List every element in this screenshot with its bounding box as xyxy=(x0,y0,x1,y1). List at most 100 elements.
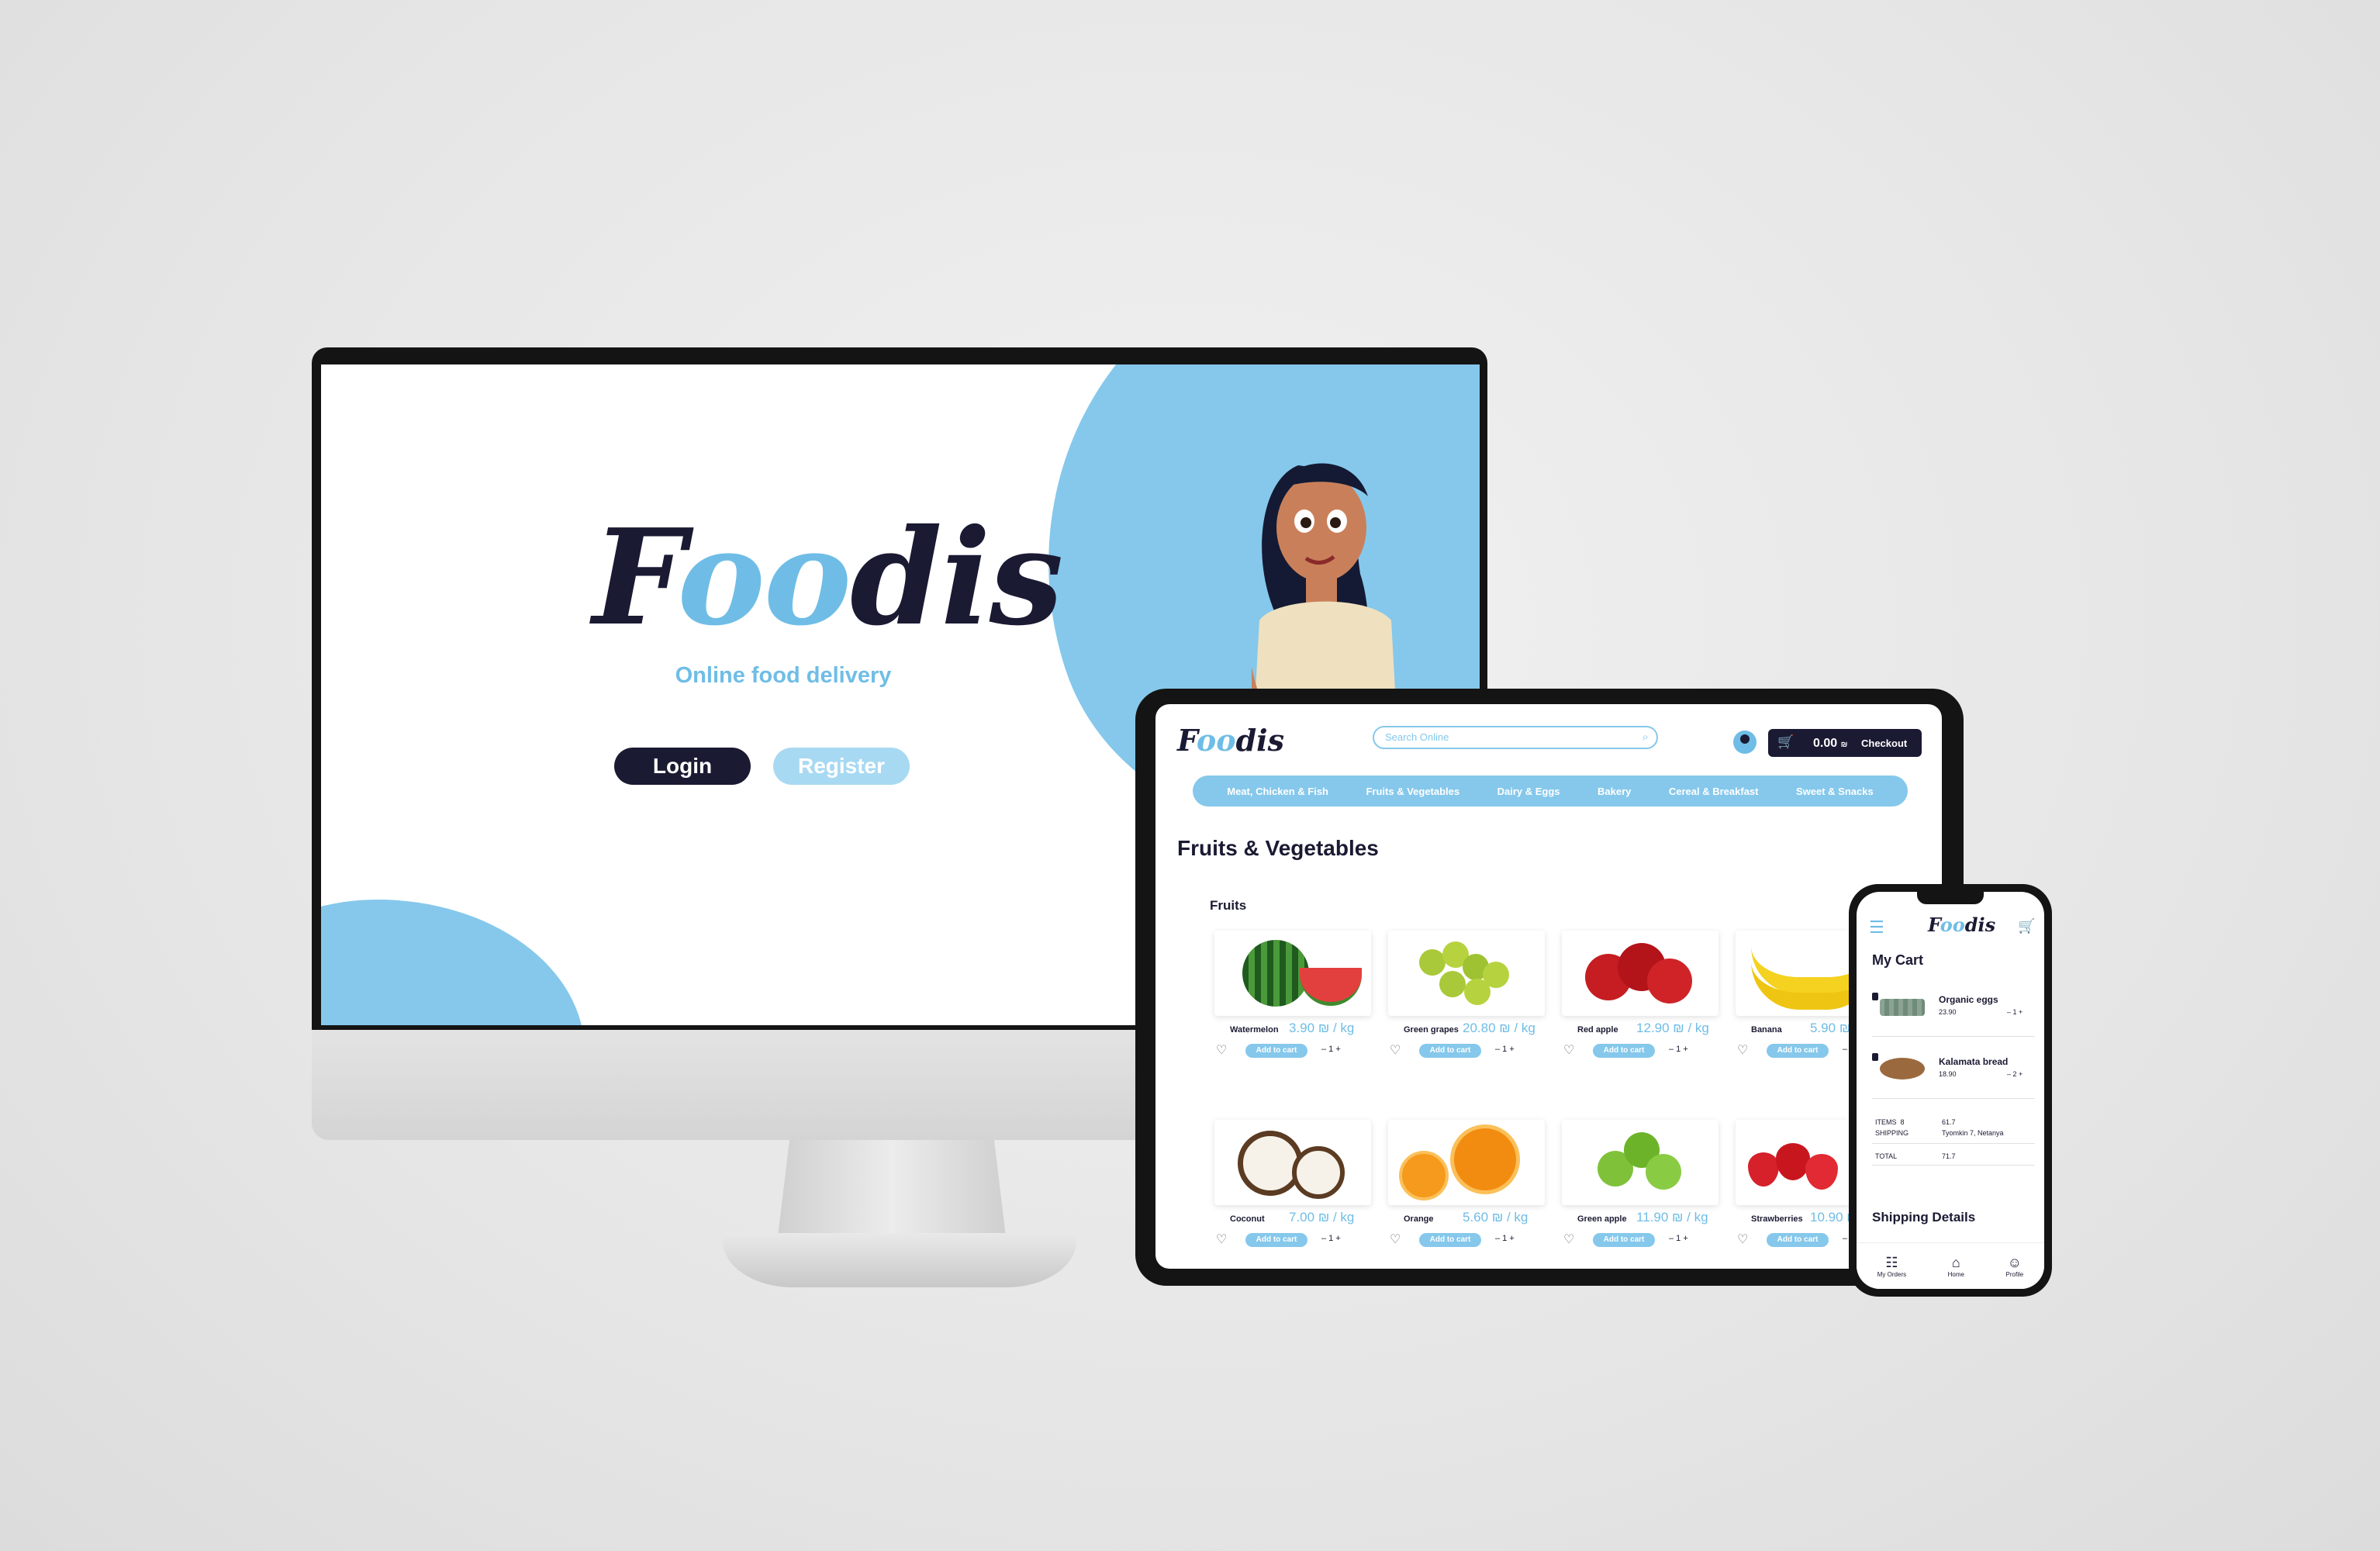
search-placeholder: Search Online xyxy=(1385,731,1449,743)
add-to-cart-button[interactable]: Add to cart xyxy=(1593,1233,1655,1247)
logo-part-2: oo xyxy=(1196,723,1236,758)
heart-icon[interactable]: ♡ xyxy=(1216,1231,1227,1246)
quantity-stepper[interactable]: – 1 + xyxy=(1321,1045,1341,1054)
quantity-stepper[interactable]: – 1 + xyxy=(1321,1234,1341,1243)
nav-home[interactable]: ⌂ Home xyxy=(1948,1255,1964,1278)
heart-icon[interactable]: ♡ xyxy=(1563,1231,1574,1246)
nav-sweet[interactable]: Sweet & Snacks xyxy=(1796,786,1874,797)
divider xyxy=(1872,1098,2035,1099)
delete-icon[interactable] xyxy=(1872,1053,1878,1061)
tagline: Online food delivery xyxy=(675,663,892,688)
product-card[interactable]: Red apple 12.90 ₪ / kg ♡ Add to cart – 1… xyxy=(1562,931,1719,1058)
delete-icon[interactable] xyxy=(1872,993,1878,1000)
login-button[interactable]: Login xyxy=(614,748,751,785)
price-value: 5.60 xyxy=(1463,1210,1489,1225)
product-name: Green grapes xyxy=(1404,1025,1459,1035)
monitor-stand-base xyxy=(723,1233,1076,1287)
bread-image xyxy=(1880,1058,1925,1079)
add-to-cart-button[interactable]: Add to cart xyxy=(1593,1044,1655,1058)
product-name: Green apple xyxy=(1577,1214,1627,1224)
product-card[interactable]: Green apple 11.90 ₪ / kg ♡ Add to cart –… xyxy=(1562,1120,1719,1247)
heart-icon[interactable]: ♡ xyxy=(1390,1231,1401,1246)
quantity-stepper[interactable]: – 1 + xyxy=(1495,1045,1515,1054)
cart-item-price: 23.90 xyxy=(1939,1008,1957,1016)
cart-item[interactable]: Organic eggs 23.90 – 1 + xyxy=(1872,986,2036,1033)
quantity-stepper[interactable]: – 1 + xyxy=(2007,1008,2022,1016)
cart-item-price: 18.90 xyxy=(1939,1070,1957,1078)
phone-logo[interactable]: Foodis xyxy=(1928,914,1995,936)
profile-icon: ☺ xyxy=(2007,1255,2022,1270)
add-to-cart-button[interactable]: Add to cart xyxy=(1767,1233,1829,1247)
bottom-nav: ☷ My Orders ⌂ Home ☺ Profile xyxy=(1857,1242,2044,1289)
price-value: 11.90 xyxy=(1636,1210,1669,1225)
quantity-stepper[interactable]: – 1 + xyxy=(1669,1045,1688,1054)
total-label: TOTAL xyxy=(1875,1152,1898,1160)
price-value: 7.00 xyxy=(1289,1210,1315,1225)
product-price: 5.60 ₪ / kg xyxy=(1463,1210,1528,1225)
product-name: Banana xyxy=(1751,1025,1782,1035)
cart-total: 0.00 ₪ xyxy=(1813,737,1847,751)
items-count: 8 xyxy=(1900,1118,1905,1126)
price-unit: ₪ / kg xyxy=(1318,1021,1355,1035)
tablet-shop-screen: Foodis Search Online ⌕ 🛒 0.00 ₪ Checkout… xyxy=(1155,704,1942,1269)
nav-my-orders[interactable]: ☷ My Orders xyxy=(1877,1255,1906,1278)
foodis-logo: Foodis xyxy=(592,500,1063,655)
cart-item[interactable]: Kalamata bread 18.90 – 2 + xyxy=(1872,1047,2036,1093)
currency-symbol: ₪ xyxy=(1840,741,1848,749)
cart-icon[interactable]: 🛒 xyxy=(2018,918,2035,934)
search-input[interactable]: Search Online ⌕ xyxy=(1373,726,1658,749)
price-unit: ₪ / kg xyxy=(1672,1210,1708,1225)
search-icon: ⌕ xyxy=(1642,731,1649,744)
nav-profile-label: Profile xyxy=(2005,1271,2024,1278)
quantity-stepper[interactable]: – 1 + xyxy=(1495,1234,1515,1243)
logo-part-1: F xyxy=(1177,723,1197,758)
user-avatar-icon[interactable] xyxy=(1733,731,1757,754)
heart-icon[interactable]: ♡ xyxy=(1737,1231,1748,1246)
checkout-label: Checkout xyxy=(1861,738,1908,749)
heart-icon[interactable]: ♡ xyxy=(1390,1042,1401,1057)
register-button[interactable]: Register xyxy=(773,748,910,785)
nav-meat[interactable]: Meat, Chicken & Fish xyxy=(1227,786,1328,797)
divider xyxy=(1872,1143,2035,1144)
add-to-cart-button[interactable]: Add to cart xyxy=(1245,1044,1307,1058)
product-card[interactable]: Watermelon 3.90 ₪ / kg ♡ Add to cart – 1… xyxy=(1214,931,1371,1058)
price-value: 5.90 xyxy=(1810,1021,1836,1035)
nav-profile[interactable]: ☺ Profile xyxy=(2006,1255,2024,1278)
heart-icon[interactable]: ♡ xyxy=(1563,1042,1574,1057)
product-card[interactable]: Coconut 7.00 ₪ / kg ♡ Add to cart – 1 + xyxy=(1214,1120,1371,1247)
product-card[interactable]: Orange 5.60 ₪ / kg ♡ Add to cart – 1 + xyxy=(1388,1120,1545,1247)
heart-icon[interactable]: ♡ xyxy=(1737,1042,1748,1057)
add-to-cart-button[interactable]: Add to cart xyxy=(1419,1233,1481,1247)
add-to-cart-button[interactable]: Add to cart xyxy=(1767,1044,1829,1058)
nav-bakery[interactable]: Bakery xyxy=(1598,786,1631,797)
product-price: 12.90 ₪ / kg xyxy=(1636,1021,1709,1036)
page-title: Fruits & Vegetables xyxy=(1177,836,1379,860)
add-to-cart-button[interactable]: Add to cart xyxy=(1419,1044,1481,1058)
decorative-blob-left xyxy=(321,900,585,1025)
product-name: Orange xyxy=(1404,1214,1434,1224)
product-price: 20.80 ₪ / kg xyxy=(1463,1021,1535,1036)
product-image xyxy=(1388,931,1545,1016)
heart-icon[interactable]: ♡ xyxy=(1216,1042,1227,1057)
quantity-stepper[interactable]: – 2 + xyxy=(2007,1070,2022,1078)
price-unit: ₪ / kg xyxy=(1318,1210,1355,1225)
logo-part-3: dis xyxy=(850,500,1063,655)
price-value: 12.90 xyxy=(1636,1021,1670,1035)
quantity-stepper[interactable]: – 1 + xyxy=(1669,1234,1688,1243)
logo-part-1: F xyxy=(592,500,679,655)
nav-fruits[interactable]: Fruits & Vegetables xyxy=(1366,786,1459,797)
nav-dairy[interactable]: Dairy & Eggs xyxy=(1497,786,1560,797)
nav-cereal[interactable]: Cereal & Breakfast xyxy=(1669,786,1759,797)
logo-part-2: oo xyxy=(1940,914,1965,936)
hamburger-menu-icon[interactable]: ☰ xyxy=(1869,918,1884,938)
product-card[interactable]: Green grapes 20.80 ₪ / kg ♡ Add to cart … xyxy=(1388,931,1545,1058)
cart-item-name: Kalamata bread xyxy=(1939,1056,2009,1067)
cart-checkout-button[interactable]: 🛒 0.00 ₪ Checkout xyxy=(1768,729,1922,757)
add-to-cart-button[interactable]: Add to cart xyxy=(1245,1233,1307,1247)
price-value: 3.90 xyxy=(1289,1021,1315,1035)
tablet-logo[interactable]: Foodis xyxy=(1177,723,1284,758)
logo-part-3: dis xyxy=(1235,723,1285,758)
logo-part-3: dis xyxy=(1964,914,1996,936)
cart-icon: 🛒 xyxy=(1777,734,1794,749)
price-unit: ₪ / kg xyxy=(1499,1021,1535,1035)
